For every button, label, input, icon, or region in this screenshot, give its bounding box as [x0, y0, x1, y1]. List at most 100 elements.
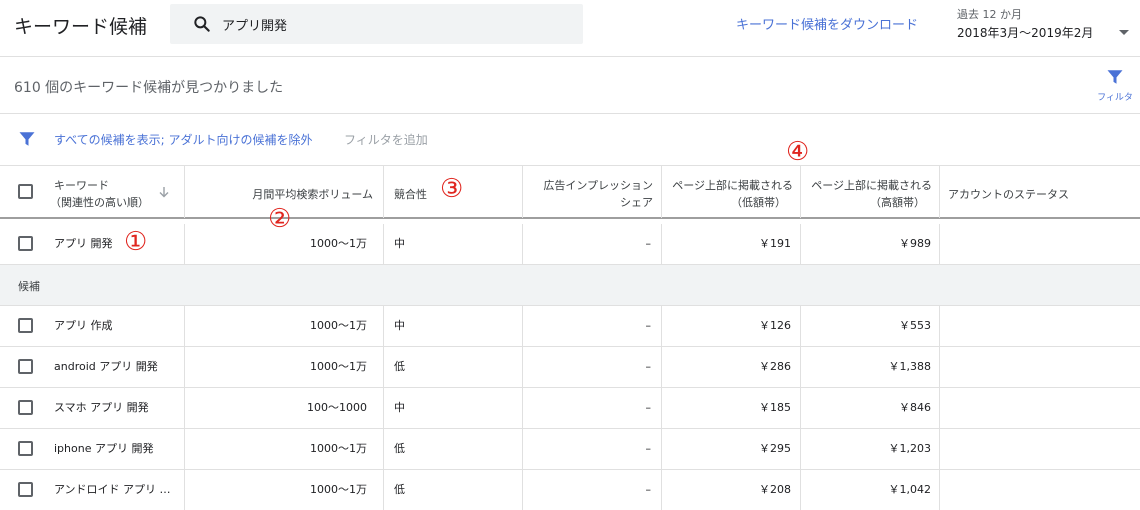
impression-cell: – — [523, 224, 662, 264]
column-top-bid-low-label-2: （低額帯） — [731, 196, 786, 209]
status-cell — [940, 470, 1140, 510]
table-row[interactable]: スマホ アプリ 開発 100〜1000 中 – ￥185 ￥846 — [0, 388, 1140, 429]
impression-cell: – — [523, 388, 662, 428]
row-select-cell — [0, 470, 44, 510]
column-impression-share[interactable]: 広告インプレッション シェア — [523, 166, 662, 218]
high-bid-cell: ￥1,203 — [801, 429, 940, 469]
low-bid-cell: ￥126 — [662, 306, 801, 346]
header-bar: キーワード候補 アプリ開発 キーワード候補をダウンロード 過去 12 か月 20… — [0, 0, 1140, 57]
applied-filters-link[interactable]: すべての候補を表示; アダルト向けの候補を除外 — [54, 131, 313, 148]
date-range-value: 2018年3月〜2019年2月 — [957, 26, 1094, 40]
search-input[interactable]: アプリ開発 — [170, 4, 583, 44]
column-top-bid-high[interactable]: ページ上部に掲載される （高額帯） — [801, 166, 940, 218]
row-select-cell — [0, 306, 44, 346]
table-row[interactable]: iphone アプリ 開発 1000〜1万 低 – ￥295 ￥1,203 — [0, 429, 1140, 470]
row-checkbox[interactable] — [18, 400, 33, 415]
column-top-bid-low[interactable]: ページ上部に掲載される （低額帯） — [662, 166, 801, 218]
high-bid-cell: ￥1,042 — [801, 470, 940, 510]
keyword-cell: アプリ 開発 — [44, 224, 185, 264]
low-bid-cell: ￥185 — [662, 388, 801, 428]
row-select-cell — [0, 224, 44, 264]
filter-button-label: フィルタ — [1097, 93, 1133, 103]
impression-cell: – — [523, 429, 662, 469]
annotation-marker-4: ④ — [786, 137, 810, 167]
select-all-column — [0, 166, 44, 218]
volume-cell: 1000〜1万 — [185, 347, 384, 387]
high-bid-cell: ￥846 — [801, 388, 940, 428]
competition-cell: 低 — [384, 470, 523, 510]
status-cell — [940, 388, 1140, 428]
column-impression-share-label: 広告インプレッション — [543, 179, 653, 192]
annotation-marker-1: ① — [124, 227, 148, 257]
column-top-bid-low-label: ページ上部に掲載される — [672, 179, 793, 192]
keyword-cell: android アプリ 開発 — [44, 347, 185, 387]
column-account-status-label: アカウントのステータス — [948, 188, 1069, 201]
row-select-cell — [0, 347, 44, 387]
column-top-bid-high-label: ページ上部に掲載される — [811, 179, 932, 192]
table-header: キーワード （関連性の高い順） 月間平均検索ボリューム 競合性 広告インプレッシ… — [0, 166, 1140, 219]
annotation-marker-2: ② — [268, 204, 292, 234]
table-row[interactable]: アンドロイド アプリ … 1000〜1万 低 – ￥208 ￥1,042 — [0, 470, 1140, 510]
competition-cell: 低 — [384, 429, 523, 469]
high-bid-cell: ￥553 — [801, 306, 940, 346]
competition-cell: 中 — [384, 388, 523, 428]
volume-cell: 1000〜1万 — [185, 306, 384, 346]
low-bid-cell: ￥295 — [662, 429, 801, 469]
select-all-checkbox[interactable] — [18, 184, 33, 199]
section-header-candidates: 候補 — [0, 265, 1140, 306]
column-keyword[interactable]: キーワード （関連性の高い順） — [44, 166, 185, 218]
page-title: キーワード候補 — [14, 16, 148, 38]
low-bid-cell: ￥208 — [662, 470, 801, 510]
annotation-marker-3: ③ — [440, 174, 464, 204]
keyword-cell: アンドロイド アプリ … — [44, 470, 185, 510]
volume-cell: 1000〜1万 — [185, 429, 384, 469]
column-keyword-label: キーワード — [54, 179, 109, 192]
impression-cell: – — [523, 306, 662, 346]
status-cell — [940, 306, 1140, 346]
keyword-cell: スマホ アプリ 開発 — [44, 388, 185, 428]
keyword-cell: iphone アプリ 開発 — [44, 429, 185, 469]
filter-bar: すべての候補を表示; アダルト向けの候補を除外 フィルタを追加 — [0, 114, 1140, 166]
status-cell — [940, 224, 1140, 264]
row-checkbox[interactable] — [18, 482, 33, 497]
competition-cell: 中 — [384, 306, 523, 346]
volume-cell: 100〜1000 — [185, 388, 384, 428]
row-checkbox[interactable] — [18, 318, 33, 333]
column-impression-share-label-2: シェア — [620, 196, 653, 209]
status-cell — [940, 429, 1140, 469]
row-checkbox[interactable] — [18, 359, 33, 374]
table-row-searched[interactable]: アプリ 開発 1000〜1万 中 – ￥191 ￥989 — [0, 224, 1140, 265]
high-bid-cell: ￥1,388 — [801, 347, 940, 387]
download-keywords-link[interactable]: キーワード候補をダウンロード — [736, 14, 918, 33]
column-competition-label: 競合性 — [394, 188, 427, 201]
status-cell — [940, 347, 1140, 387]
search-value: アプリ開発 — [222, 19, 288, 34]
high-bid-cell: ￥989 — [801, 224, 940, 264]
competition-cell: 中 — [384, 224, 523, 264]
table-row[interactable]: アプリ 作成 1000〜1万 中 – ￥126 ￥553 — [0, 306, 1140, 347]
row-checkbox[interactable] — [18, 441, 33, 456]
low-bid-cell: ￥286 — [662, 347, 801, 387]
sort-arrow-icon — [159, 187, 169, 198]
search-icon — [194, 16, 210, 32]
filter-button[interactable]: フィルタ — [1093, 68, 1137, 108]
column-top-bid-high-label-2: （高額帯） — [870, 196, 925, 209]
summary-bar: 610 個のキーワード候補が見つかりました フィルタ — [0, 57, 1140, 114]
date-range-select[interactable]: 2018年3月〜2019年2月 — [957, 24, 1133, 44]
volume-cell: 1000〜1万 — [185, 470, 384, 510]
row-select-cell — [0, 429, 44, 469]
add-filter-link[interactable]: フィルタを追加 — [344, 131, 428, 148]
column-keyword-sort-label: （関連性の高い順） — [50, 196, 149, 209]
row-checkbox[interactable] — [18, 236, 33, 251]
competition-cell: 低 — [384, 347, 523, 387]
column-account-status[interactable]: アカウントのステータス — [940, 166, 1140, 218]
result-count: 610 個のキーワード候補が見つかりました — [14, 80, 284, 96]
section-label: 候補 — [18, 280, 40, 293]
row-select-cell — [0, 388, 44, 428]
column-volume-label: 月間平均検索ボリューム — [252, 188, 373, 201]
keyword-cell: アプリ 作成 — [44, 306, 185, 346]
low-bid-cell: ￥191 — [662, 224, 801, 264]
date-range-label: 過去 12 か月 — [957, 8, 1022, 21]
impression-cell: – — [523, 347, 662, 387]
table-row[interactable]: android アプリ 開発 1000〜1万 低 – ￥286 ￥1,388 — [0, 347, 1140, 388]
